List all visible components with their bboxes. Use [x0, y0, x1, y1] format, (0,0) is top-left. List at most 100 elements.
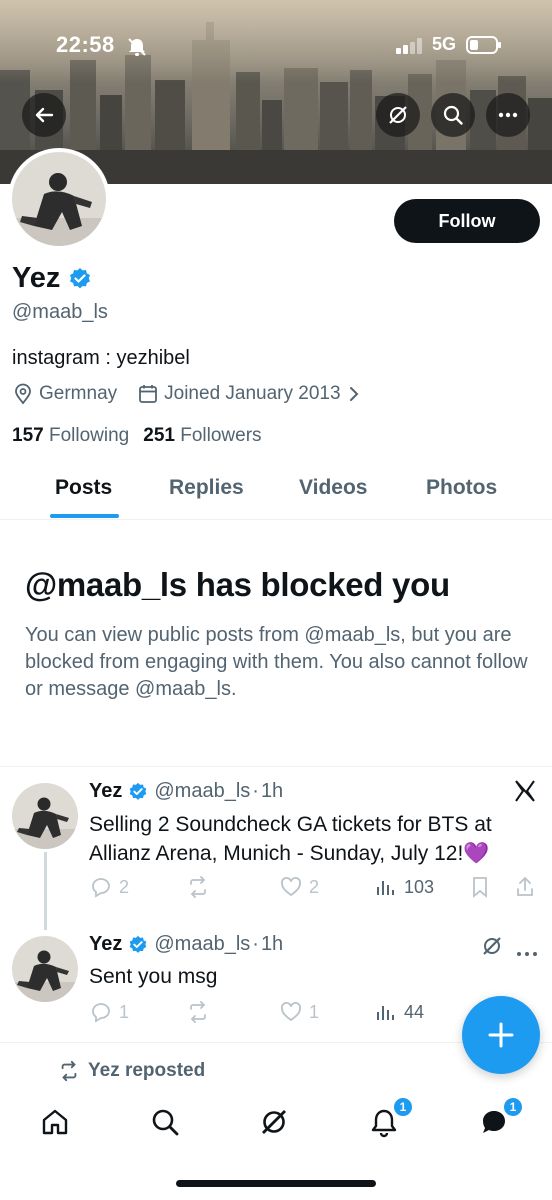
verified-badge-icon	[130, 782, 147, 800]
joined-item[interactable]: Joined January 2013	[137, 383, 361, 405]
post-separator: ·	[252, 780, 259, 802]
repost-context-label: Yez reposted	[88, 1060, 206, 1081]
network-type: 5G	[432, 34, 457, 54]
avatar-image	[12, 152, 106, 246]
compose-plus-icon	[488, 1022, 514, 1048]
search-button[interactable]	[431, 93, 475, 137]
tab-replies[interactable]: Replies	[169, 476, 244, 500]
views-count: 103	[404, 876, 435, 897]
more-icon	[498, 112, 518, 118]
views-action[interactable]: 44	[374, 1000, 424, 1024]
like-action[interactable]: 1	[279, 1000, 319, 1024]
following-count: 157	[12, 425, 44, 446]
profile-handle: @maab_ls	[12, 301, 108, 323]
status-time: 22:58	[56, 32, 115, 57]
blocked-body: You can view public posts from @maab_ls,…	[25, 624, 528, 700]
post-author-name[interactable]: Yez	[89, 933, 122, 956]
reply-icon	[92, 1003, 110, 1023]
calendar-icon	[139, 385, 158, 403]
reply-action[interactable]: 2	[89, 875, 129, 899]
search-icon	[443, 105, 463, 125]
home-icon	[42, 1109, 68, 1135]
more-options-button[interactable]	[486, 93, 530, 137]
followers-label: Followers	[180, 425, 262, 446]
views-count: 44	[404, 1001, 425, 1022]
post-time: 1h	[260, 780, 284, 802]
post-author-handle: @maab_ls	[154, 780, 251, 802]
reply-count: 2	[119, 876, 130, 897]
tab-photos[interactable]: Photos	[426, 476, 497, 500]
x-logo-icon	[513, 779, 537, 808]
status-bar: 22:58 5G	[0, 30, 552, 62]
post-more-icon[interactable]	[515, 945, 539, 963]
nav-home[interactable]	[35, 1102, 75, 1142]
followers-stat[interactable]: 251 Followers	[143, 425, 261, 447]
views-action[interactable]: 103	[374, 875, 434, 899]
post-avatar[interactable]	[12, 936, 78, 1002]
bookmark-icon	[473, 877, 487, 898]
display-name: Yez	[12, 262, 61, 294]
post-author-handle: @maab_ls	[154, 933, 251, 955]
section-divider	[0, 766, 552, 767]
grok-icon[interactable]	[480, 934, 504, 963]
post-avatar[interactable]	[12, 783, 78, 849]
following-label: Following	[48, 425, 130, 446]
like-icon	[281, 877, 301, 897]
repost-icon	[190, 1001, 206, 1023]
post-header: Yez @maab_ls · 1h	[89, 933, 283, 956]
repost-icon	[61, 1060, 77, 1082]
location-text: Germnay	[39, 383, 118, 404]
notifications-badge: 1	[392, 1096, 414, 1118]
location-item: Germnay	[12, 383, 117, 405]
battery-icon	[466, 36, 502, 59]
reply-count: 1	[119, 1001, 130, 1022]
back-arrow-icon	[35, 107, 54, 123]
post-actions: 2 2 103	[89, 875, 539, 903]
tab-posts[interactable]: Posts	[55, 476, 112, 500]
verified-badge-icon	[130, 935, 147, 953]
nav-search[interactable]	[145, 1102, 185, 1142]
reply-action[interactable]: 1	[89, 1000, 129, 1024]
home-indicator	[176, 1180, 376, 1187]
repost-action[interactable]	[186, 875, 216, 899]
follow-button[interactable]: Follow	[394, 199, 540, 243]
location-icon	[15, 383, 31, 405]
joined-text: Joined January 2013	[164, 383, 341, 404]
blocked-title: @maab_ls has blocked you	[25, 566, 450, 603]
bookmark-button[interactable]	[469, 875, 491, 899]
search-icon	[152, 1109, 179, 1136]
followers-count: 251	[143, 425, 175, 446]
back-button[interactable]	[22, 93, 66, 137]
repost-icon	[190, 876, 206, 898]
post-time: 1h	[260, 933, 284, 955]
repost-action[interactable]	[186, 1000, 216, 1024]
post-actions: 1 1 44	[89, 1000, 449, 1028]
post-text: Sent you msg	[89, 965, 218, 988]
grok-icon	[262, 1110, 286, 1134]
following-stat[interactable]: 157 Following	[12, 425, 129, 447]
profile-bio: instagram : yezhibel	[12, 347, 190, 369]
tab-videos[interactable]: Videos	[299, 476, 367, 500]
chevron-right-icon	[349, 387, 358, 401]
like-count: 1	[309, 1001, 320, 1022]
views-icon	[377, 1006, 394, 1020]
like-action[interactable]: 2	[279, 875, 319, 899]
nav-grok[interactable]	[254, 1102, 294, 1142]
post-author-name[interactable]: Yez	[89, 780, 122, 803]
profile-meta: Germnay Joined January 2013	[12, 383, 382, 405]
compose-button[interactable]	[462, 996, 540, 1074]
grok-icon	[389, 106, 407, 124]
post-text: Selling 2 Soundcheck GA tickets for BTS …	[89, 813, 492, 865]
post-separator: ·	[252, 933, 259, 955]
like-count: 2	[309, 876, 320, 897]
profile-avatar[interactable]	[8, 148, 110, 250]
grok-button[interactable]	[376, 93, 420, 137]
share-button[interactable]	[514, 875, 536, 899]
nav-messages[interactable]: 1	[474, 1096, 524, 1142]
nav-notifications[interactable]: 1	[364, 1096, 414, 1142]
post-header: Yez @maab_ls · 1h	[89, 780, 283, 803]
follow-stats: 157 Following 251 Followers	[12, 425, 262, 447]
profile-name-row: Yez	[12, 262, 92, 295]
views-icon	[377, 881, 394, 895]
cell-signal-icon	[396, 38, 424, 59]
